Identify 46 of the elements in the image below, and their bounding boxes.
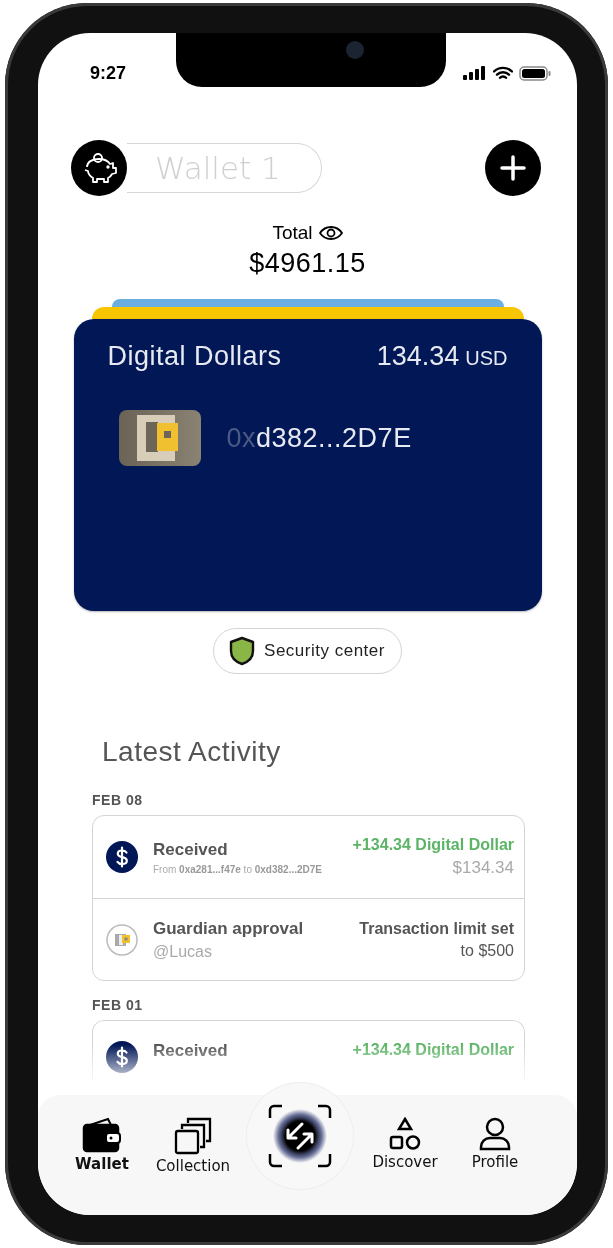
token-logo-icon [106, 923, 138, 956]
activity-row[interactable]: Received +134.34 Digital Dollar [93, 1021, 524, 1081]
shield-icon [228, 636, 257, 666]
transfer-addresses: From 0xa281...f47e to 0xd382...2D7E [153, 863, 323, 875]
nav-tab[interactable]: Collection [146, 1095, 240, 1176]
status-time: 9:27 [90, 62, 127, 84]
wallet-address: 0xd382...2D7E [226, 422, 412, 454]
camera-dot [346, 41, 364, 59]
limit-value: to $500 [460, 941, 514, 960]
activity-status: Transaction limit set [359, 919, 514, 938]
nav-tab[interactable]: Wallet [58, 1095, 146, 1174]
date-label: FEB 01 [92, 997, 144, 1013]
nav-tab[interactable]: Profile [450, 1095, 540, 1172]
activity-row[interactable]: Received From 0xa281...f47e to 0xd382...2D7E +134.34 Digital Dollar $134.34 [93, 816, 524, 898]
user-handle: @Lucas [153, 942, 213, 961]
nav-tab[interactable]: Discover [360, 1095, 450, 1172]
add-button[interactable] [485, 140, 541, 196]
battery-icon [519, 65, 551, 81]
signal-icon [463, 66, 487, 80]
card-name: Digital Dollars [107, 341, 282, 372]
plus-icon [499, 154, 527, 182]
usd-value: $134.34 [452, 858, 514, 878]
card-balance: 134.34 USD [376, 341, 508, 372]
activity-title: Received [153, 839, 229, 860]
shapes-icon [389, 1117, 421, 1151]
activity-title: Guardian approval [153, 918, 305, 939]
eye-icon[interactable] [318, 226, 343, 240]
security-center-button[interactable]: Security center [213, 628, 402, 674]
received-amount: +134.34 Digital Dollar [352, 1041, 514, 1059]
scan-transfer-icon [268, 1104, 332, 1168]
token-logo-icon [118, 410, 201, 466]
activity-title: Received [153, 1041, 229, 1061]
date-label: FEB 08 [92, 792, 144, 808]
wallet-card[interactable]: Digital Dollars 134.34 USD 0xd382...2D7E [73, 319, 542, 611]
section-title: Latest Activity [102, 736, 282, 768]
wifi-icon [493, 65, 513, 81]
piggy-bank-button[interactable] [71, 140, 127, 196]
stacked-squares-icon [174, 1117, 212, 1155]
person-icon [478, 1117, 512, 1151]
total-amount: $4961.15 [249, 248, 366, 279]
activity-row[interactable]: Guardian approval @Lucas Transaction limit set to $500 [93, 898, 524, 980]
received-amount: +134.34 Digital Dollar [352, 836, 514, 854]
wallet-icon [82, 1117, 122, 1153]
dollar-icon [106, 1041, 138, 1073]
dollar-icon [106, 841, 138, 873]
total-label: Total [272, 222, 313, 244]
